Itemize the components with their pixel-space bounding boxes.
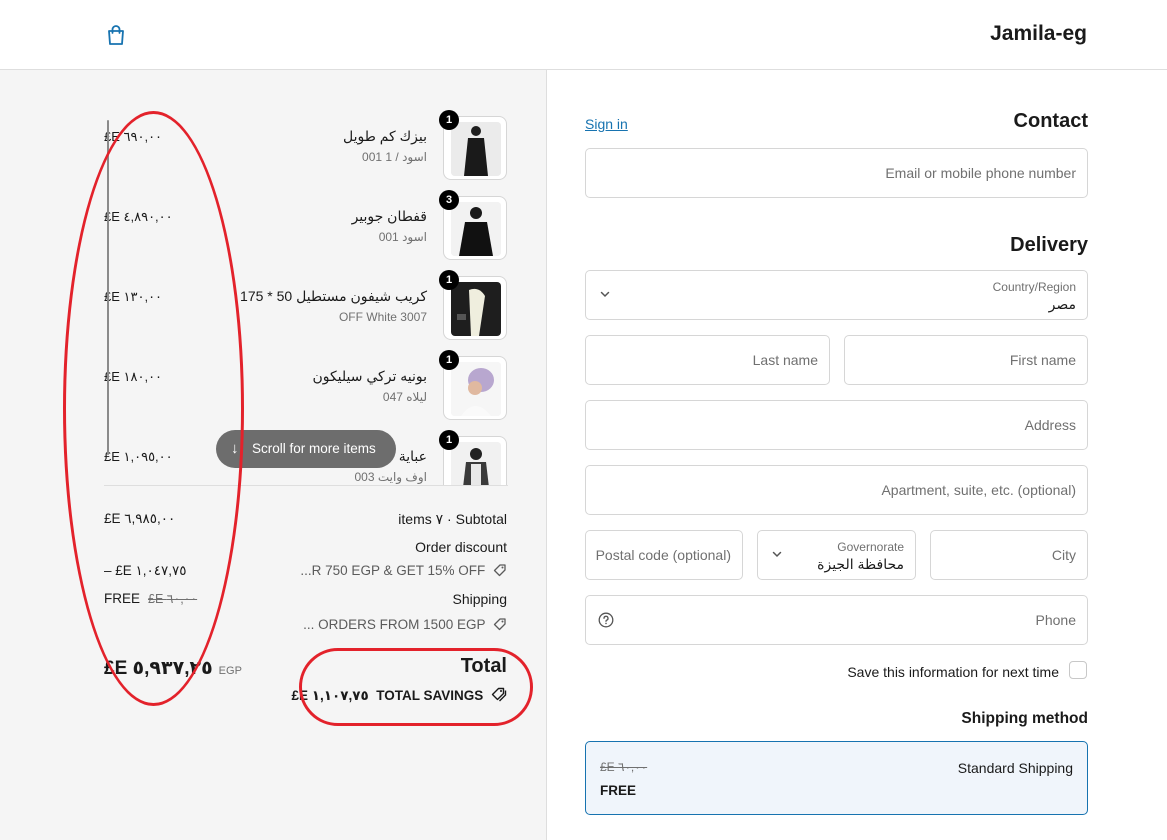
city-placeholder: City (1051, 547, 1076, 563)
tag-icon (493, 618, 506, 631)
total-currency: EGP (218, 665, 242, 677)
tag-icon (493, 564, 506, 577)
item-variant: 047 ليلاه (382, 390, 427, 404)
product-thumbnail: 1 (439, 270, 507, 340)
item-variant: 001 اسود (378, 230, 427, 244)
shipping-code-text: ... ORDERS FROM 1500 EGP (303, 617, 486, 632)
shipping-method-title: Shipping method (961, 710, 1088, 727)
country-value: مصر (1048, 296, 1076, 312)
postal-code-field[interactable]: Postal code (optional) (585, 530, 743, 580)
cart-item: 1 بيزك كم طويل 001 اسود / 1 £E ٦٩٠,٠٠ (0, 110, 546, 186)
annotation-ellipse-total (299, 648, 533, 726)
item-name: بونيه تركي سيليكون (312, 368, 427, 384)
store-name[interactable]: Jamila-eg (990, 22, 1087, 46)
product-thumbnail: 1 (439, 110, 507, 180)
help-circle-icon[interactable] (598, 612, 614, 628)
order-summary-panel: 1 بيزك كم طويل 001 اسود / 1 £E ٦٩٠,٠٠ 3 … (0, 70, 547, 840)
header: Jamila-eg (0, 0, 1167, 70)
email-placeholder: Email or mobile phone number (885, 165, 1076, 181)
checkout-form-panel: Sign in Contact Email or mobile phone nu… (547, 70, 1167, 840)
shopping-bag-icon[interactable] (106, 24, 126, 46)
quantity-badge: 1 (439, 110, 459, 130)
shipping-option-price: FREE (600, 783, 637, 798)
item-variant: 003 اوف وايت (354, 470, 427, 484)
phone-placeholder: Phone (1035, 612, 1076, 628)
apartment-placeholder: Apartment, suite, etc. (optional) (881, 482, 1076, 498)
first-name-placeholder: First name (1009, 352, 1076, 368)
product-thumbnail: 1 (439, 430, 507, 486)
country-select[interactable]: Country/Region مصر (585, 270, 1088, 320)
quantity-badge: 1 (439, 350, 459, 370)
shipping-option-old-price: £E ٦٠,٠٠ (600, 760, 648, 774)
shipping-option-name: Standard Shipping (957, 760, 1073, 776)
city-field[interactable]: City (930, 530, 1088, 580)
item-name: عباية (398, 448, 427, 464)
postal-code-placeholder: Postal code (optional) (595, 547, 731, 563)
shipping-code: ... ORDERS FROM 1500 EGP (303, 617, 507, 632)
last-name-field[interactable]: Last name (585, 335, 830, 385)
product-thumbnail: 1 (439, 350, 507, 420)
order-discount-label: Order discount (415, 539, 507, 555)
phone-field[interactable]: Phone (585, 595, 1088, 645)
save-info-label: Save this information for next time (847, 664, 1059, 680)
address-placeholder: Address (1024, 417, 1076, 433)
first-name-field[interactable]: First name (844, 335, 1088, 385)
sign-in-link[interactable]: Sign in (585, 116, 628, 132)
save-info-checkbox[interactable] (1069, 661, 1087, 679)
discount-code: ...R 750 EGP & GET 15% OFF (300, 563, 507, 578)
quantity-badge: 1 (439, 270, 459, 290)
governorate-label: Governorate (837, 540, 904, 554)
address-field[interactable]: Address (585, 400, 1088, 450)
governorate-value: محافظة الجيزة (817, 556, 904, 572)
country-label: Country/Region (992, 280, 1076, 294)
item-name: قفطان جوبير (351, 208, 427, 224)
annotation-ellipse-prices (63, 111, 244, 706)
item-name: كريب شيفون مستطيل 50 * 175 (240, 288, 427, 304)
delivery-title: Delivery (1010, 234, 1088, 256)
item-name: بيزك كم طويل (342, 128, 427, 144)
quantity-badge: 1 (439, 430, 459, 450)
chevron-down-icon (772, 551, 782, 558)
subtotal-label: items ٧ · Subtotal (398, 511, 507, 527)
email-field[interactable]: Email or mobile phone number (585, 148, 1088, 198)
item-variant: 001 اسود / 1 (362, 150, 427, 164)
item-variant: OFF White 3007 (338, 310, 427, 324)
shipping-label: Shipping (452, 591, 508, 607)
scroll-hint-label: Scroll for more items (252, 441, 376, 456)
quantity-badge: 3 (439, 190, 459, 210)
discount-code-text: ...R 750 EGP & GET 15% OFF (300, 563, 486, 578)
chevron-down-icon (600, 291, 610, 298)
apartment-field[interactable]: Apartment, suite, etc. (optional) (585, 465, 1088, 515)
product-thumbnail: 3 (439, 190, 507, 260)
shipping-option-standard[interactable]: Standard Shipping £E ٦٠,٠٠ FREE (585, 741, 1088, 815)
contact-title: Contact (1013, 110, 1088, 132)
last-name-placeholder: Last name (752, 352, 818, 368)
governorate-select[interactable]: Governorate محافظة الجيزة (757, 530, 916, 580)
